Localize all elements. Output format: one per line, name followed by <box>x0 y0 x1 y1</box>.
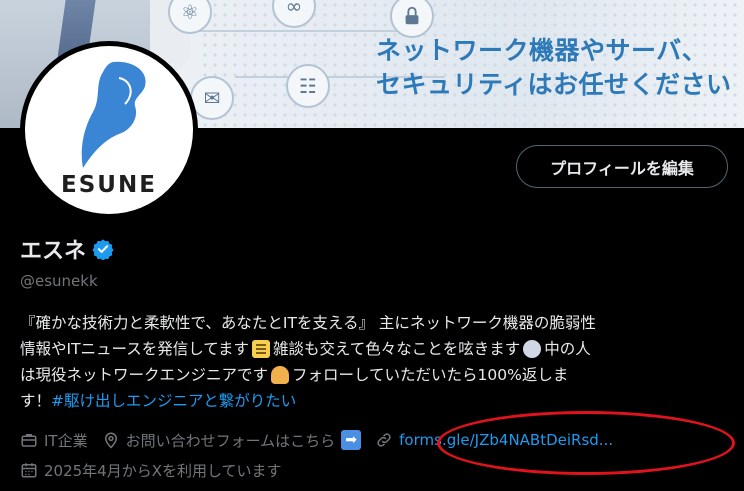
user-handle: @esunekk <box>20 272 98 290</box>
avatar-wordmark: ESUNE <box>61 172 157 198</box>
category-text: IT企業 <box>44 431 88 450</box>
esune-logo-icon <box>81 61 146 168</box>
bio-text: 雑談も交えて色々なことを呟きます <box>273 340 521 358</box>
bio-text: 『確かな技術力と柔軟性で、あなたとITを支える』 主にネットワーク機器の脆弱性 <box>20 314 596 332</box>
avatar-image: ESUNE <box>25 46 193 214</box>
display-name: エスネ <box>20 233 114 265</box>
location-pin-icon <box>104 432 117 449</box>
bio-line: は現役ネットワークエンジニアです フォローしていただいたら100%返しま <box>20 362 732 388</box>
link-icon <box>377 433 391 447</box>
joined-date: 2025年4月からXを利用しています <box>20 460 282 481</box>
hashtag-link[interactable]: #駆け出しエンジニアと繋がりたい <box>51 388 296 414</box>
network-icon: ☷ <box>286 64 330 108</box>
verified-badge-icon[interactable] <box>92 238 114 260</box>
bio-text: 中の人 <box>544 340 591 358</box>
profile-website[interactable]: forms.gle/JZb4NABtDeiRsd... <box>375 431 613 449</box>
banner-connector <box>190 30 400 32</box>
display-name-text: エスネ <box>20 239 87 264</box>
website-link[interactable]: forms.gle/JZb4NABtDeiRsd... <box>399 431 613 449</box>
profile-joined: 2025年4月からXを利用しています <box>20 458 296 482</box>
technologist-emoji-icon <box>271 366 290 384</box>
profile-meta: IT企業 お問い合わせフォームはこちら ➡ forms.gle/JZb4NABt… <box>20 428 627 452</box>
profile-bio: 『確かな技術力と柔軟性で、あなたとITを支える』 主にネットワーク機器の脆弱性 … <box>20 310 732 414</box>
thought-bubble-emoji-icon <box>523 340 542 358</box>
joined-text: 2025年4月からXを利用しています <box>44 461 282 480</box>
briefcase-icon <box>21 434 37 447</box>
avatar[interactable]: ESUNE <box>20 41 198 219</box>
profile-location: お問い合わせフォームはこちら ➡ <box>102 430 362 451</box>
profile-category: IT企業 <box>20 430 88 451</box>
location-text: お問い合わせフォームはこちら <box>125 431 336 450</box>
bio-text: フォローしていただいたら100%返しま <box>292 366 569 384</box>
bio-line: 『確かな技術力と柔軟性で、あなたとITを支える』 主にネットワーク機器の脆弱性 <box>20 310 732 336</box>
banner-headline: ネットワーク機器やサーバ、 セキュリティはお任せください <box>376 36 732 99</box>
right-arrow-emoji-icon: ➡ <box>341 430 362 450</box>
calendar-icon <box>21 463 37 478</box>
bio-text: 情報やITニュースを発信してます <box>20 340 250 358</box>
bio-text: は現役ネットワークエンジニアです <box>20 366 269 384</box>
memo-emoji-icon <box>252 340 271 358</box>
edit-profile-button[interactable]: プロフィールを編集 <box>516 145 728 188</box>
bio-text: す！ <box>20 392 52 410</box>
profile-page: ⚛ ∞ ✉ ☷ ネットワーク機器やサーバ、 セキュリティはお任せください ESU… <box>0 0 744 491</box>
bio-line: す！ #駆け出しエンジニアと繋がりたい <box>20 388 732 414</box>
bio-line: 情報やITニュースを発信してます 雑談も交えて色々なことを呟きます 中の人 <box>20 336 732 362</box>
